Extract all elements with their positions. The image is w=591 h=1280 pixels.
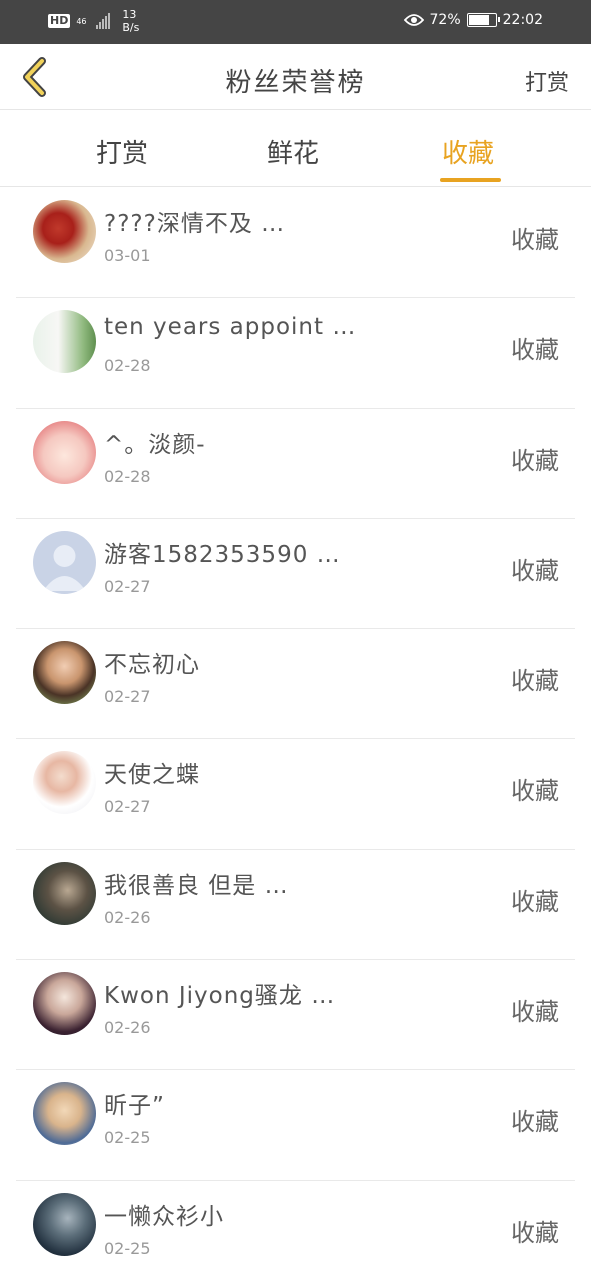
list-item[interactable]: 天使之蝶 02-27 收藏	[16, 739, 575, 850]
avatar	[33, 751, 96, 815]
eye-icon	[403, 14, 424, 26]
list-item-name: Kwon Jiyong骚龙 …	[104, 983, 336, 1010]
list-item-name: 昕子”	[104, 1093, 165, 1120]
list-item-action[interactable]: 收藏	[511, 1102, 559, 1137]
clock: 22:02	[502, 12, 543, 28]
status-left: HD 46 13 B/s	[48, 8, 139, 34]
list-item-action[interactable]: 收藏	[511, 551, 559, 586]
list-item[interactable]: 不忘初心 02-27 收藏	[16, 629, 575, 740]
avatar	[33, 310, 96, 374]
list-item[interactable]: ^。淡颜- 02-28 收藏	[16, 409, 575, 519]
list-item-name: 游客1582353590 …	[104, 541, 341, 568]
list-item-date: 02-26	[104, 907, 151, 927]
hd-badge: HD	[48, 14, 71, 28]
fan-list: ????深情不及 … 03-01 收藏 ten years appoint … …	[0, 188, 591, 1280]
status-right: 72% 22:02	[403, 12, 543, 28]
status-bar: HD 46 13 B/s 72% 22:02	[0, 0, 591, 44]
list-item-action[interactable]: 收藏	[511, 882, 559, 917]
list-item-date: 02-27	[104, 687, 151, 707]
list-item-name: 一懒众衫小	[104, 1203, 224, 1230]
network-speed-value: 13	[122, 8, 137, 21]
list-item-action[interactable]: 收藏	[511, 992, 559, 1027]
list-item-name: 我很善良 但是 …	[104, 872, 289, 899]
list-item-name: ^。淡颜-	[104, 431, 206, 458]
list-item-name: ten years appoint …	[104, 314, 357, 341]
app-header: 粉丝荣誉榜 打赏	[0, 44, 591, 110]
list-item[interactable]: 昕子” 02-25 收藏	[16, 1070, 575, 1181]
list-item-action[interactable]: 收藏	[511, 441, 559, 476]
reward-button[interactable]: 打赏	[525, 65, 569, 97]
list-item-date: 03-01	[104, 246, 151, 265]
list-item-name: 天使之蝶	[104, 762, 200, 789]
avatar-default	[33, 530, 96, 594]
network-speed: 13 B/s	[122, 8, 139, 34]
tab-flowers[interactable]: 鲜花	[267, 133, 319, 170]
page-title: 粉丝荣誉榜	[225, 68, 366, 98]
network-type: 46	[76, 16, 87, 26]
list-item[interactable]: ????深情不及 … 03-01 收藏	[16, 188, 575, 299]
list-item-date: 02-28	[104, 356, 151, 376]
list-item-date: 02-28	[104, 466, 151, 486]
list-item[interactable]: Kwon Jiyong骚龙 … 02-26 收藏	[16, 960, 575, 1071]
list-item[interactable]: 一懒众衫小 02-25 收藏	[16, 1181, 575, 1280]
avatar	[33, 972, 96, 1036]
avatar	[33, 200, 96, 263]
list-item-action[interactable]: 收藏	[511, 1213, 559, 1248]
list-item[interactable]: 游客1582353590 … 02-27 收藏	[16, 519, 575, 630]
list-item-date: 02-25	[104, 1238, 151, 1258]
avatar	[33, 420, 96, 484]
list-item-action[interactable]: 收藏	[511, 330, 559, 365]
list-item-date: 02-26	[104, 1018, 151, 1038]
list-item-name: ????深情不及 …	[104, 211, 286, 237]
avatar	[33, 641, 96, 705]
list-item[interactable]: 我很善良 但是 … 02-26 收藏	[16, 850, 575, 961]
list-item-action[interactable]: 收藏	[511, 220, 559, 255]
avatar	[33, 861, 96, 925]
list-item-action[interactable]: 收藏	[511, 771, 559, 806]
list-item-date: 02-25	[104, 1128, 151, 1148]
tab-active-indicator	[440, 178, 501, 182]
list-item-name: 不忘初心	[104, 652, 200, 679]
user-silhouette-icon	[43, 544, 86, 591]
tab-reward[interactable]: 打赏	[96, 133, 148, 170]
list-item-date: 02-27	[104, 576, 151, 596]
avatar	[33, 1082, 96, 1146]
tab-bar: 打赏 鲜花 收藏	[0, 111, 591, 187]
network-speed-unit: B/s	[122, 21, 140, 34]
tab-favorites[interactable]: 收藏	[442, 133, 494, 170]
signal-icon	[96, 13, 111, 29]
list-item-date: 02-27	[104, 797, 151, 817]
list-item[interactable]: ten years appoint … 02-28 收藏	[16, 298, 575, 409]
battery-percent: 72%	[429, 12, 461, 28]
avatar	[33, 1192, 96, 1256]
battery-icon	[466, 13, 500, 27]
list-item-action[interactable]: 收藏	[511, 661, 559, 696]
